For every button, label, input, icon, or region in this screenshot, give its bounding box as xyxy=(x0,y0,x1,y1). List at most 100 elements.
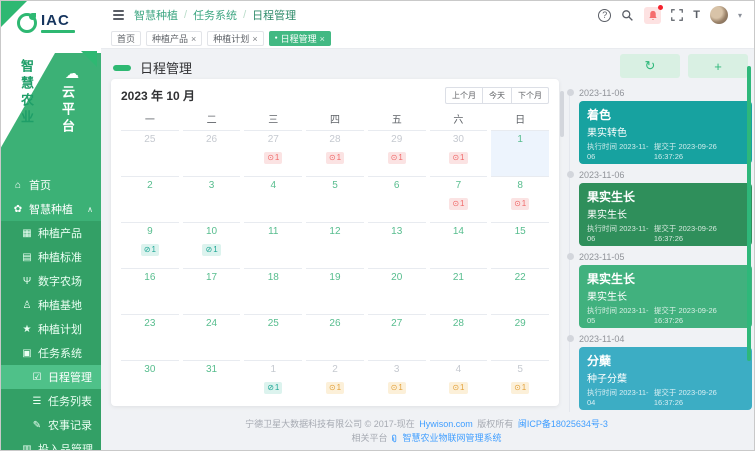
calendar-day-cell[interactable]: 22 xyxy=(491,268,549,314)
breadcrumb-item[interactable]: 智慧种植 xyxy=(134,7,178,23)
sidebar-item-label: 农事记录 xyxy=(48,417,92,433)
panel-scrollbar-thumb[interactable] xyxy=(747,66,751,361)
sidebar-item-digital-farm[interactable]: Ψ数字农场 xyxy=(1,269,101,293)
sidebar-item-planting-products[interactable]: ▦种植产品 xyxy=(1,221,101,245)
next-month-button[interactable]: 下个月 xyxy=(511,87,549,104)
calendar-day-cell[interactable]: 25 xyxy=(244,314,302,360)
calendar-day-cell[interactable]: 7⊙1 xyxy=(430,176,488,222)
calendar-day-cell[interactable]: 10⊘1 xyxy=(183,222,241,268)
calendar-day-cell[interactable]: 4 xyxy=(244,176,302,222)
tab-close-icon[interactable]: × xyxy=(252,34,257,44)
calendar-card: 2023 年 10 月 上个月今天下个月 一二三四五六日 252627⊙128⊙… xyxy=(111,79,559,406)
calendar-day-cell[interactable]: 11 xyxy=(244,222,302,268)
search-icon[interactable] xyxy=(621,9,634,22)
calendar-day-cell[interactable]: 15 xyxy=(491,222,549,268)
sidebar-item-planting-plan[interactable]: ★种植计划 xyxy=(1,317,101,341)
calendar-day-cell[interactable]: 17 xyxy=(183,268,241,314)
brand-flag: ☁ 云平台 xyxy=(1,53,101,171)
tab-种植计划[interactable]: 种植计划× xyxy=(207,31,263,46)
collapse-menu-icon[interactable] xyxy=(113,10,124,20)
day-badges: ⊙1 xyxy=(244,147,302,165)
calendar-day-cell[interactable]: 6 xyxy=(368,176,426,222)
day-number: 2 xyxy=(121,180,179,191)
calendar-day-cell[interactable]: 13 xyxy=(368,222,426,268)
calendar-day-cell[interactable]: 1⊘1 xyxy=(244,360,302,406)
calendar-day-cell[interactable]: 4⊙1 xyxy=(430,360,488,406)
sidebar-item-smart-planting[interactable]: ✿智慧种植∧ xyxy=(1,197,101,221)
paperclip-icon xyxy=(390,433,401,443)
sidebar-item-home[interactable]: ⌂首页 xyxy=(1,173,101,197)
tab-首页[interactable]: 首页 xyxy=(111,31,141,46)
calendar-day-cell[interactable]: 20 xyxy=(368,268,426,314)
calendar-day-cell[interactable]: 19 xyxy=(306,268,364,314)
calendar-day-cell[interactable]: 5⊙1 xyxy=(491,360,549,406)
calendar-day-cell[interactable]: 5 xyxy=(306,176,364,222)
title-accent-bar xyxy=(113,65,131,71)
footer-related-link[interactable]: 智慧农业物联网管理系统 xyxy=(403,433,502,443)
add-schedule-button[interactable]: + xyxy=(688,54,748,78)
sidebar-item-task-system[interactable]: ▣任务系统 xyxy=(1,341,101,365)
today-button[interactable]: 今天 xyxy=(482,87,512,104)
clock-icon: ⊙ xyxy=(514,199,521,209)
breadcrumb-item[interactable]: 日程管理 xyxy=(252,7,296,23)
calendar-day-cell[interactable]: 14 xyxy=(430,222,488,268)
calendar-day-cell[interactable]: 26 xyxy=(306,314,364,360)
calendar-day-cell[interactable]: 26 xyxy=(183,130,241,176)
chevron-up-icon[interactable]: ∧ xyxy=(87,205,93,214)
schedule-card[interactable]: 果实生长果实生长执行时间 2023-11-06提交于 2023-09-26 16… xyxy=(579,183,752,246)
calendar-day-cell[interactable]: 27 xyxy=(368,314,426,360)
calendar-day-cell[interactable]: 27⊙1 xyxy=(244,130,302,176)
calendar-day-cell[interactable]: 29 xyxy=(491,314,549,360)
calendar-day-cell[interactable]: 18 xyxy=(244,268,302,314)
sidebar-item-task-list[interactable]: ☰任务列表 xyxy=(1,389,101,413)
sidebar-item-farming-records[interactable]: ✎农事记录 xyxy=(1,413,101,437)
calendar-day-cell[interactable]: 30⊙1 xyxy=(430,130,488,176)
sidebar-item-input-management[interactable]: ▥投入品管理 xyxy=(1,437,101,451)
calendar-day-cell[interactable]: 2⊙1 xyxy=(306,360,364,406)
calendar-day-cell[interactable]: 16 xyxy=(121,268,179,314)
calendar-day-cell[interactable]: 28 xyxy=(430,314,488,360)
logo[interactable]: IAC xyxy=(1,1,101,53)
sidebar-item-planting-standards[interactable]: ▤种植标准 xyxy=(1,245,101,269)
font-size-icon[interactable]: T xyxy=(693,9,700,21)
schedule-card[interactable]: 着色果实转色执行时间 2023-11-06提交于 2023-09-26 16:3… xyxy=(579,101,752,164)
schedule-card[interactable]: 果实生长果实生长执行时间 2023-11-05提交于 2023-09-26 16… xyxy=(579,265,752,328)
schedule-card[interactable]: 分蘖种子分蘖执行时间 2023-11-04提交于 2023-09-26 16:3… xyxy=(579,347,752,410)
refresh-button[interactable]: ↻ xyxy=(620,54,680,78)
calendar-day-cell[interactable]: 31 xyxy=(183,360,241,406)
calendar-day-cell[interactable]: 1 xyxy=(491,130,549,176)
footer-icp-link[interactable]: 闽ICP备18025634号-3 xyxy=(518,419,608,429)
calendar-day-cell[interactable]: 9⊘1 xyxy=(121,222,179,268)
content-scrollbar-thumb[interactable] xyxy=(560,91,564,137)
event-badge-overdue: ⊙1 xyxy=(264,152,282,164)
footer-site-link[interactable]: Hywison.com xyxy=(419,419,473,429)
prev-month-button[interactable]: 上个月 xyxy=(445,87,483,104)
event-count: 1 xyxy=(275,153,279,163)
calendar-day-cell[interactable]: 21 xyxy=(430,268,488,314)
tab-close-icon[interactable]: × xyxy=(191,34,196,44)
day-badges: ⊘1 xyxy=(244,377,302,395)
calendar-day-cell[interactable]: 2 xyxy=(121,176,179,222)
fullscreen-icon[interactable] xyxy=(671,9,683,21)
tab-日程管理[interactable]: ●日程管理× xyxy=(269,31,331,46)
notification-bell-icon[interactable] xyxy=(644,7,661,24)
avatar[interactable] xyxy=(710,6,728,24)
calendar-day-cell[interactable]: 28⊙1 xyxy=(306,130,364,176)
calendar-day-cell[interactable]: 3 xyxy=(183,176,241,222)
calendar-day-cell[interactable]: 3⊙1 xyxy=(368,360,426,406)
sidebar-item-schedule-management[interactable]: ☑日程管理 xyxy=(1,365,101,389)
calendar-day-cell[interactable]: 29⊙1 xyxy=(368,130,426,176)
tab-种植产品[interactable]: 种植产品× xyxy=(146,31,202,46)
breadcrumb-item[interactable]: 任务系统 xyxy=(193,7,237,23)
calendar-day-cell[interactable]: 8⊙1 xyxy=(491,176,549,222)
calendar-day-cell[interactable]: 25 xyxy=(121,130,179,176)
chevron-down-icon[interactable]: ▾ xyxy=(738,11,742,20)
briefcase-icon: ▣ xyxy=(21,348,33,359)
calendar-day-cell[interactable]: 12 xyxy=(306,222,364,268)
calendar-day-cell[interactable]: 24 xyxy=(183,314,241,360)
calendar-day-cell[interactable]: 23 xyxy=(121,314,179,360)
sidebar-item-planting-base[interactable]: ♙种植基地 xyxy=(1,293,101,317)
tab-close-icon[interactable]: × xyxy=(320,34,325,44)
help-icon[interactable]: ? xyxy=(598,9,611,22)
calendar-day-cell[interactable]: 30 xyxy=(121,360,179,406)
